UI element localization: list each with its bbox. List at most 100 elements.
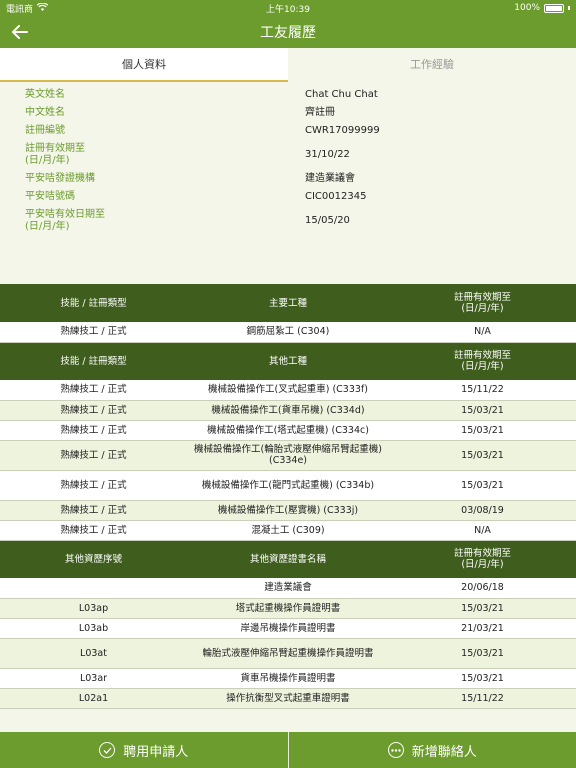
back-button[interactable] — [8, 20, 32, 44]
bottom-action-bar: 聘用申請人 新增聯絡人 — [0, 732, 576, 768]
table-cell: 15/03/21 — [389, 668, 576, 689]
table-cell: L03ab — [0, 618, 187, 639]
table-cell: 機械設備操作工(輪胎式液壓伸縮吊臂起重機) (C334e) — [187, 440, 389, 471]
table-cell: 03/08/19 — [389, 500, 576, 521]
table-row: L03ap 塔式起重機操作員證明書 15/03/21 — [0, 598, 576, 619]
table-cell: 熟練技工 / 正式 — [0, 440, 187, 471]
table-cell: 15/03/21 — [389, 400, 576, 421]
table-row: 熟練技工 / 正式 機械設備操作工(塔式起重機) (C334c) 15/03/21 — [0, 420, 576, 441]
more-circle-icon — [387, 742, 404, 758]
info-label: 中文姓名 — [25, 107, 65, 118]
table-row: 熟練技工 / 正式 機械設備操作工(龍門式起重機) (C334b) 15/03/21 — [0, 470, 576, 501]
qualifications-section: 其他資歷序號 其他資歷證書名稱 註冊有效期至 (日/月/年) 建造業議會 20/06/1… — [0, 540, 576, 709]
table-cell: 機械設備操作工(叉式起重車) (C333f) — [187, 380, 389, 401]
info-label: 英文姓名 — [25, 89, 65, 100]
info-row-english-name: 英文姓名 Chat Chu Chat — [0, 86, 576, 104]
table-cell: 21/03/21 — [389, 618, 576, 639]
table-cell: 15/03/21 — [389, 470, 576, 501]
column-header: 註冊有效期至 (日/月/年) — [389, 342, 576, 380]
table-row: 熟練技工 / 正式 機械設備操作工(叉式起重車) (C333f) 15/11/22 — [0, 380, 576, 401]
table-cell: 操作抗衡型叉式起重車證明書 — [187, 688, 389, 709]
info-value: 齊註冊 — [305, 107, 335, 118]
table-cell: 熟練技工 / 正式 — [0, 380, 187, 401]
back-arrow-icon — [12, 25, 28, 39]
table-cell: 熟練技工 / 正式 — [0, 400, 187, 421]
info-row-chinese-name: 中文姓名 齊註冊 — [0, 104, 576, 122]
table-cell: 15/03/21 — [389, 638, 576, 669]
table-cell: 塔式起重機操作員證明書 — [187, 598, 389, 619]
table-cell: 15/11/22 — [389, 380, 576, 401]
trades-table: 技能 / 註冊類型 主要工種 註冊有效期至 (日/月/年) 熟練技工 / 正式 鋼筋屈紮… — [0, 284, 576, 709]
table-cell: 鋼筋屈紮工 (C304) — [187, 322, 389, 343]
table-cell: 混凝土工 (C309) — [187, 520, 389, 541]
table-cell — [0, 578, 187, 599]
add-contact-button[interactable]: 新增聯絡人 — [287, 732, 576, 768]
table-cell: 機械設備操作工(龍門式起重機) (C334b) — [187, 470, 389, 501]
table-cell: 20/06/18 — [389, 578, 576, 599]
table-header-row: 其他資歷序號 其他資歷證書名稱 註冊有效期至 (日/月/年) — [0, 540, 576, 578]
personal-info-section: 英文姓名 Chat Chu Chat 中文姓名 齊註冊 註冊編號 CWR1709… — [0, 82, 576, 284]
tab-work-experience[interactable]: 工作經驗 — [288, 48, 576, 82]
tab-personal-info[interactable]: 個人資料 — [0, 48, 288, 82]
column-header: 技能 / 註冊類型 — [0, 284, 187, 322]
status-bar: 電訊商 上午10:39 100% — [0, 0, 576, 16]
tab-bar: 個人資料 工作經驗 — [0, 48, 576, 82]
hire-applicant-button[interactable]: 聘用申請人 — [0, 732, 288, 768]
table-cell: 岸邊吊機操作員證明書 — [187, 618, 389, 639]
table-row: 熟練技工 / 正式 機械設備操作工(輪胎式液壓伸縮吊臂起重機) (C334e) 15… — [0, 440, 576, 471]
info-label: 平安咭發證機構 — [25, 173, 95, 184]
table-cell: 15/03/21 — [389, 420, 576, 441]
table-cell: 機械設備操作工(壓實機) (C333j) — [187, 500, 389, 521]
table-cell: 建造業議會 — [187, 578, 389, 599]
page-title: 工友履歷 — [260, 25, 316, 41]
add-contact-label: 新增聯絡人 — [411, 744, 477, 760]
column-header: 主要工種 — [187, 284, 389, 322]
table-header-row: 技能 / 註冊類型 其他工種 註冊有效期至 (日/月/年) — [0, 342, 576, 380]
table-row: 熟練技工 / 正式 鋼筋屈紮工 (C304) N/A — [0, 322, 576, 343]
info-value: CWR17099999 — [305, 125, 380, 136]
table-cell: 熟練技工 / 正式 — [0, 500, 187, 521]
table-cell: L03ar — [0, 668, 187, 689]
table-row: L03at 輪胎式液壓伸縮吊臂起重機操作員證明書 15/03/21 — [0, 638, 576, 669]
table-cell: 輪胎式液壓伸縮吊臂起重機操作員證明書 — [187, 638, 389, 669]
table-row: 熟練技工 / 正式 混凝土工 (C309) N/A — [0, 520, 576, 541]
info-label: 註冊有效期至 (日/月/年) — [25, 143, 85, 166]
other-trades-section: 技能 / 註冊類型 其他工種 註冊有效期至 (日/月/年) 熟練技工 / 正式 機械設備… — [0, 342, 576, 541]
table-row: L03ab 岸邊吊機操作員證明書 21/03/21 — [0, 618, 576, 639]
table-cell: N/A — [389, 520, 576, 541]
table-cell: 15/03/21 — [389, 440, 576, 471]
column-header: 技能 / 註冊類型 — [0, 342, 187, 380]
hire-applicant-label: 聘用申請人 — [123, 744, 189, 760]
table-cell: 熟練技工 / 正式 — [0, 520, 187, 541]
info-value: 31/10/22 — [305, 149, 350, 160]
info-row-registration-number: 註冊編號 CWR17099999 — [0, 122, 576, 140]
info-row-card-number: 平安咭號碼 CIC0012345 — [0, 188, 576, 206]
column-header: 其他工種 — [187, 342, 389, 380]
table-header-row: 技能 / 註冊類型 主要工種 註冊有效期至 (日/月/年) — [0, 284, 576, 322]
table-cell: N/A — [389, 322, 576, 343]
table-cell: 15/11/22 — [389, 688, 576, 709]
table-cell: L03at — [0, 638, 187, 669]
table-cell: 熟練技工 / 正式 — [0, 420, 187, 441]
table-cell: 熟練技工 / 正式 — [0, 322, 187, 343]
check-circle-icon — [99, 742, 116, 758]
table-row: 建造業議會 20/06/18 — [0, 578, 576, 599]
table-cell: 15/03/21 — [389, 598, 576, 619]
info-value: 15/05/20 — [305, 215, 350, 226]
table-row: 熟練技工 / 正式 機械設備操作工(壓實機) (C333j) 03/08/19 — [0, 500, 576, 521]
table-cell: L03ap — [0, 598, 187, 619]
info-label: 平安咭有效日期至 (日/月/年) — [25, 209, 105, 232]
table-cell: 熟練技工 / 正式 — [0, 470, 187, 501]
column-header: 其他資歷序號 — [0, 540, 187, 578]
table-cell: 機械設備操作工(塔式起重機) (C334c) — [187, 420, 389, 441]
table-cell: 貨車吊機操作員證明書 — [187, 668, 389, 689]
info-value: Chat Chu Chat — [305, 89, 378, 100]
info-row-card-issuer: 平安咭發證機構 建造業議會 — [0, 170, 576, 188]
nav-bar: 工友履歷 — [0, 16, 576, 48]
status-time: 上午10:39 — [266, 4, 310, 15]
column-header: 註冊有效期至 (日/月/年) — [389, 540, 576, 578]
table-row: 熟練技工 / 正式 機械設備操作工(貨車吊機) (C334d) 15/03/21 — [0, 400, 576, 421]
table-row: L03ar 貨車吊機操作員證明書 15/03/21 — [0, 668, 576, 689]
table-row: L02a1 操作抗衡型叉式起重車證明書 15/11/22 — [0, 688, 576, 709]
column-header: 其他資歷證書名稱 — [187, 540, 389, 578]
